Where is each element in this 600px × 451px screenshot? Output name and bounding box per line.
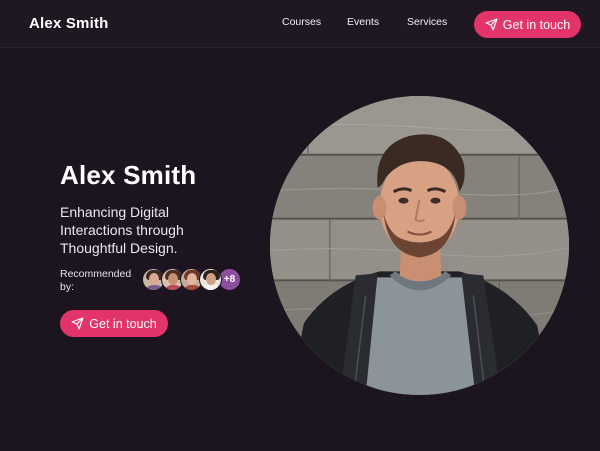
hero-name: Alex Smith	[60, 160, 197, 190]
recommended-by-label: Recommended by:	[60, 268, 132, 293]
site-logo[interactable]: Alex Smith	[29, 15, 109, 32]
header-cta-label: Get in touch	[502, 17, 571, 32]
hero-tagline: Enhancing Digital Interactions through T…	[60, 204, 184, 256]
profile-photo	[270, 96, 569, 395]
recommender-avatars: +8	[142, 268, 241, 292]
send-icon	[71, 317, 84, 330]
hero-cta-label: Get in touch	[89, 316, 157, 331]
header-get-in-touch-button[interactable]: Get in touch	[474, 11, 581, 38]
avatar[interactable]	[199, 268, 222, 291]
nav-link-services[interactable]: Services	[407, 16, 447, 28]
nav-link-courses[interactable]: Courses	[282, 16, 321, 28]
site-header: Alex Smith Courses Events Services Get i…	[0, 0, 600, 48]
nav-link-events[interactable]: Events	[347, 16, 379, 28]
hero-get-in-touch-button[interactable]: Get in touch	[60, 310, 168, 337]
send-icon	[485, 18, 498, 31]
